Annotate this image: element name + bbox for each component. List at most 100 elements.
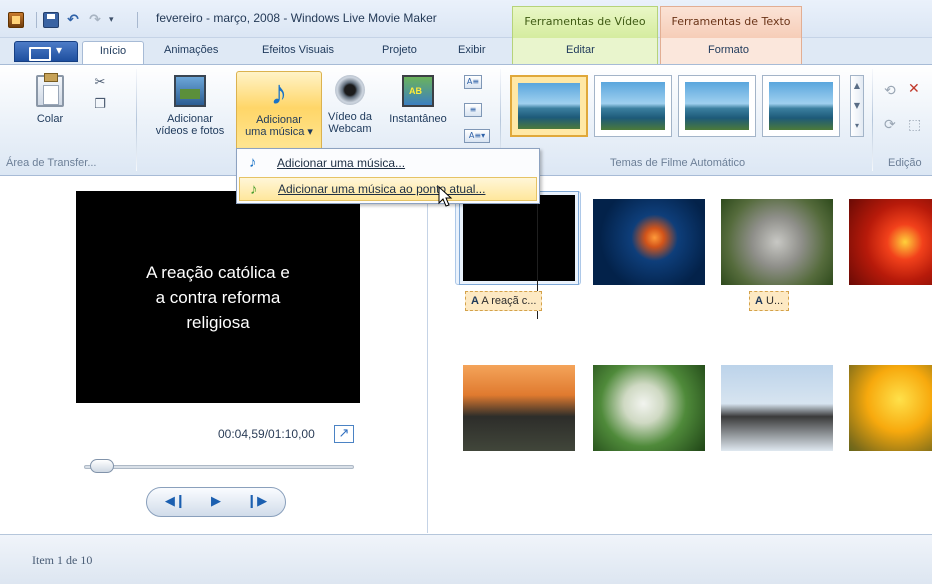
- clip-hydrangeas[interactable]: [593, 365, 705, 451]
- app-icon[interactable]: [8, 12, 24, 28]
- qat-separator: [36, 12, 37, 28]
- cut-icon[interactable]: ✂: [92, 75, 108, 91]
- fullscreen-icon[interactable]: ↗: [334, 425, 354, 443]
- title-bar: ↶ ↷ ▾ fevereiro - março, 2008 - Windows …: [0, 0, 932, 38]
- add-videos-label-2: vídeos e fotos: [155, 125, 225, 137]
- clip-flower[interactable]: [849, 199, 932, 285]
- remove-icon[interactable]: ✕: [908, 81, 920, 97]
- preview-caption-line-3: religiosa: [186, 312, 250, 332]
- webcam-label-1: Vídeo da: [327, 111, 373, 123]
- tab-formato[interactable]: Formato: [708, 44, 749, 56]
- storyboard: A A reaçã c... A U...: [429, 177, 932, 533]
- seek-bar[interactable]: [84, 465, 354, 469]
- copy-icon[interactable]: ❐: [92, 97, 108, 113]
- clip-jellyfish[interactable]: [593, 199, 705, 285]
- menu-add-music-at-current-point[interactable]: ♪ Adicionar uma música ao ponto atual...: [239, 177, 537, 201]
- preview-monitor[interactable]: A reação católica e a contra reforma rel…: [76, 191, 360, 403]
- snapshot-button[interactable]: Instantâneo: [380, 75, 456, 125]
- theme-preview: [685, 82, 749, 130]
- previous-frame-icon[interactable]: ◀❙: [158, 491, 192, 513]
- play-icon[interactable]: ▶: [199, 491, 233, 513]
- status-bar: Item 1 de 10: [0, 534, 932, 584]
- music-note-icon: ♪: [270, 74, 288, 112]
- main-area: A reação católica e a contra reforma rel…: [0, 177, 932, 533]
- add-videos-photos-button[interactable]: Adicionar vídeos e fotos: [146, 75, 234, 137]
- music-add-icon: ♪: [250, 181, 258, 198]
- clip-title-card[interactable]: [459, 191, 579, 285]
- paste-label: Colar: [36, 113, 64, 125]
- caption-tag-text: A reaçã c...: [481, 295, 537, 307]
- paste-icon: [36, 73, 64, 107]
- qat-separator: [137, 12, 138, 28]
- preview-pane: A reação católica e a contra reforma rel…: [0, 177, 428, 533]
- menu-add-music-label: Adicionar uma música...: [277, 156, 406, 170]
- tab-inicio[interactable]: Início: [82, 41, 144, 65]
- webcam-video-button[interactable]: Vídeo da Webcam: [322, 75, 378, 135]
- mouse-cursor-icon: [438, 186, 453, 207]
- theme-thumbnail[interactable]: [678, 75, 756, 137]
- caption-tag[interactable]: A A reaçã c...: [465, 291, 543, 311]
- undo-icon[interactable]: ↶: [65, 12, 81, 28]
- auto-movie-themes-gallery: ▲ ▼ ▾: [506, 69, 864, 153]
- caption-tag[interactable]: A U...: [749, 291, 790, 311]
- redo-icon[interactable]: ↷: [87, 12, 103, 28]
- rotate-right-icon[interactable]: ⟳: [884, 117, 896, 133]
- caption-icon[interactable]: ≡: [464, 103, 482, 117]
- clip-penguins[interactable]: [721, 365, 833, 451]
- select-all-icon[interactable]: ⬚: [908, 117, 921, 133]
- group-separator: [872, 69, 873, 171]
- add-music-label-2: uma música ▾: [245, 126, 313, 138]
- theme-thumbnail[interactable]: [510, 75, 588, 137]
- clip-tulips[interactable]: [849, 365, 932, 451]
- menu-add-music-at-current-point-label: Adicionar uma música ao ponto atual...: [278, 182, 486, 196]
- theme-preview: [601, 82, 665, 130]
- status-item-count: Item 1 de 10: [32, 553, 93, 567]
- add-music-menu: ♪ Adicionar uma música... ♪ Adicionar um…: [236, 148, 540, 204]
- ribbon-tabs: Início Animações Efeitos Visuais Projeto…: [0, 38, 932, 65]
- add-videos-label-1: Adicionar: [167, 113, 213, 125]
- caption-tag-text: U...: [766, 295, 784, 307]
- theme-thumbnail[interactable]: [594, 75, 672, 137]
- editing-group-label: Edição: [888, 157, 922, 169]
- app-menu-button[interactable]: [14, 41, 78, 62]
- clip-lighthouse[interactable]: [463, 365, 575, 451]
- clip-koala[interactable]: [721, 199, 833, 285]
- paste-button[interactable]: Colar: [30, 73, 70, 125]
- context-tab-video-tools: Ferramentas de Vídeo: [512, 6, 658, 38]
- title-icon[interactable]: A≡: [464, 75, 482, 89]
- credits-icon[interactable]: A≡▾: [464, 129, 490, 143]
- menu-add-music[interactable]: ♪ Adicionar uma música...: [239, 151, 537, 175]
- save-icon[interactable]: [43, 12, 59, 28]
- tab-projeto[interactable]: Projeto: [382, 44, 417, 56]
- playback-controls: ◀❙ ▶ ❙▶: [146, 487, 286, 517]
- theme-preview: [769, 82, 833, 130]
- rotate-left-icon[interactable]: ⟲: [884, 83, 896, 99]
- next-frame-icon[interactable]: ❙▶: [240, 491, 274, 513]
- theme-preview: [518, 83, 580, 129]
- themes-group-label: Temas de Filme Automático: [610, 157, 746, 169]
- window-title: fevereiro - março, 2008 - Windows Live M…: [156, 11, 437, 25]
- theme-thumbnail[interactable]: [762, 75, 840, 137]
- timecode: 00:04,59/01:10,00: [218, 427, 315, 441]
- preview-caption-line-2: a contra reforma: [155, 287, 281, 307]
- snapshot-label: Instantâneo: [389, 113, 447, 125]
- quick-access-toolbar: ↶ ↷ ▾: [8, 12, 144, 28]
- context-tab-text-tools: Ferramentas de Texto: [660, 6, 802, 38]
- preview-caption-line-1: A reação católica e: [146, 262, 290, 282]
- film-icon: [174, 75, 206, 107]
- tab-exibir[interactable]: Exibir: [458, 44, 486, 56]
- add-music-button[interactable]: ♪ Adicionar uma música ▾: [236, 71, 322, 153]
- tab-efeitos-visuais[interactable]: Efeitos Visuais: [262, 44, 334, 56]
- gallery-scroll-buttons[interactable]: ▲ ▼ ▾: [850, 75, 864, 137]
- tab-editar[interactable]: Editar: [566, 44, 595, 56]
- clipboard-group-label: Área de Transfer...: [6, 157, 97, 169]
- webcam-icon: [335, 75, 365, 105]
- tab-animacoes[interactable]: Animações: [164, 44, 218, 56]
- group-separator: [136, 69, 137, 171]
- snapshot-icon: [402, 75, 434, 107]
- add-music-label-1: Adicionar: [256, 114, 302, 126]
- music-note-icon: ♪: [249, 154, 257, 171]
- seek-handle[interactable]: [89, 459, 114, 473]
- webcam-label-2: Webcam: [328, 123, 372, 135]
- qat-customize-dropdown[interactable]: ▾: [109, 12, 125, 28]
